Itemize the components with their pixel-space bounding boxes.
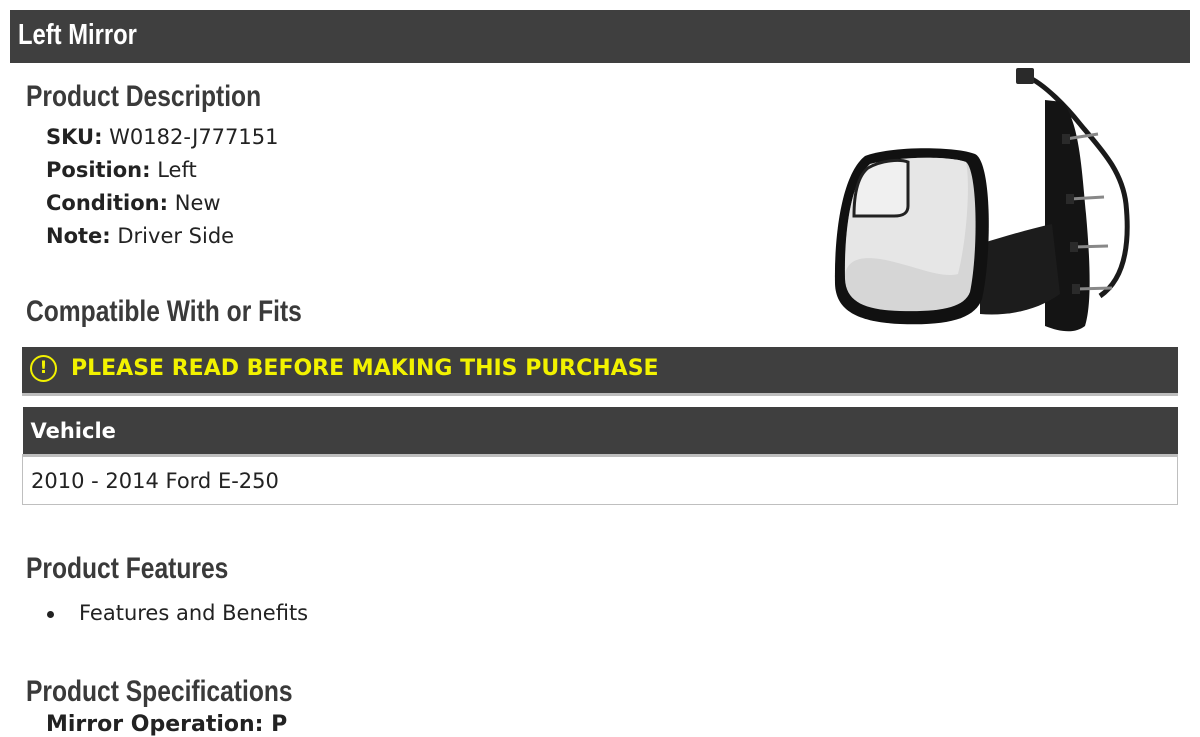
product-features-heading: Product Features (26, 552, 229, 585)
notice-text: PLEASE READ BEFORE MAKING THIS PURCHASE (71, 356, 659, 381)
table-row: 2010 - 2014 Ford E-250 (22, 455, 1178, 505)
condition-row: Condition: New (46, 187, 278, 220)
bullet-icon (47, 611, 54, 618)
condition-value: New (174, 191, 221, 215)
spec-partial-line: Mirror Operation: P (46, 712, 288, 737)
sku-row: SKU: W0182-J777151 (46, 121, 278, 154)
table-header-row: Vehicle (22, 407, 1178, 457)
position-row: Position: Left (46, 154, 278, 187)
purchase-notice: ! PLEASE READ BEFORE MAKING THIS PURCHAS… (22, 347, 1178, 396)
exclamation-circle-icon: ! (30, 355, 57, 382)
product-specifications-heading: Product Specifications (26, 675, 293, 708)
description-list: SKU: W0182-J777151 Position: Left Condit… (46, 121, 278, 253)
features-list: Features and Benefits (44, 597, 308, 630)
note-value: Driver Side (117, 224, 235, 248)
page-title: Left Mirror (18, 19, 137, 51)
feature-text: Features and Benefits (79, 601, 309, 625)
title-bar: Left Mirror (10, 10, 1190, 63)
note-label: Note: (46, 224, 111, 248)
product-description-heading: Product Description (26, 80, 262, 113)
vehicle-cell: 2010 - 2014 Ford E-250 (22, 455, 1178, 505)
note-row: Note: Driver Side (46, 220, 278, 253)
position-value: Left (157, 158, 197, 182)
condition-label: Condition: (46, 191, 169, 215)
side-mirror-image (834, 68, 1130, 332)
sku-value: W0182-J777151 (109, 125, 279, 149)
sku-label: SKU: (46, 125, 103, 149)
vehicle-table: Vehicle 2010 - 2014 Ford E-250 (22, 407, 1178, 505)
vehicle-column-header: Vehicle (22, 407, 1178, 457)
compatible-heading: Compatible With or Fits (26, 295, 302, 328)
position-label: Position: (46, 158, 151, 182)
list-item: Features and Benefits (44, 597, 308, 630)
